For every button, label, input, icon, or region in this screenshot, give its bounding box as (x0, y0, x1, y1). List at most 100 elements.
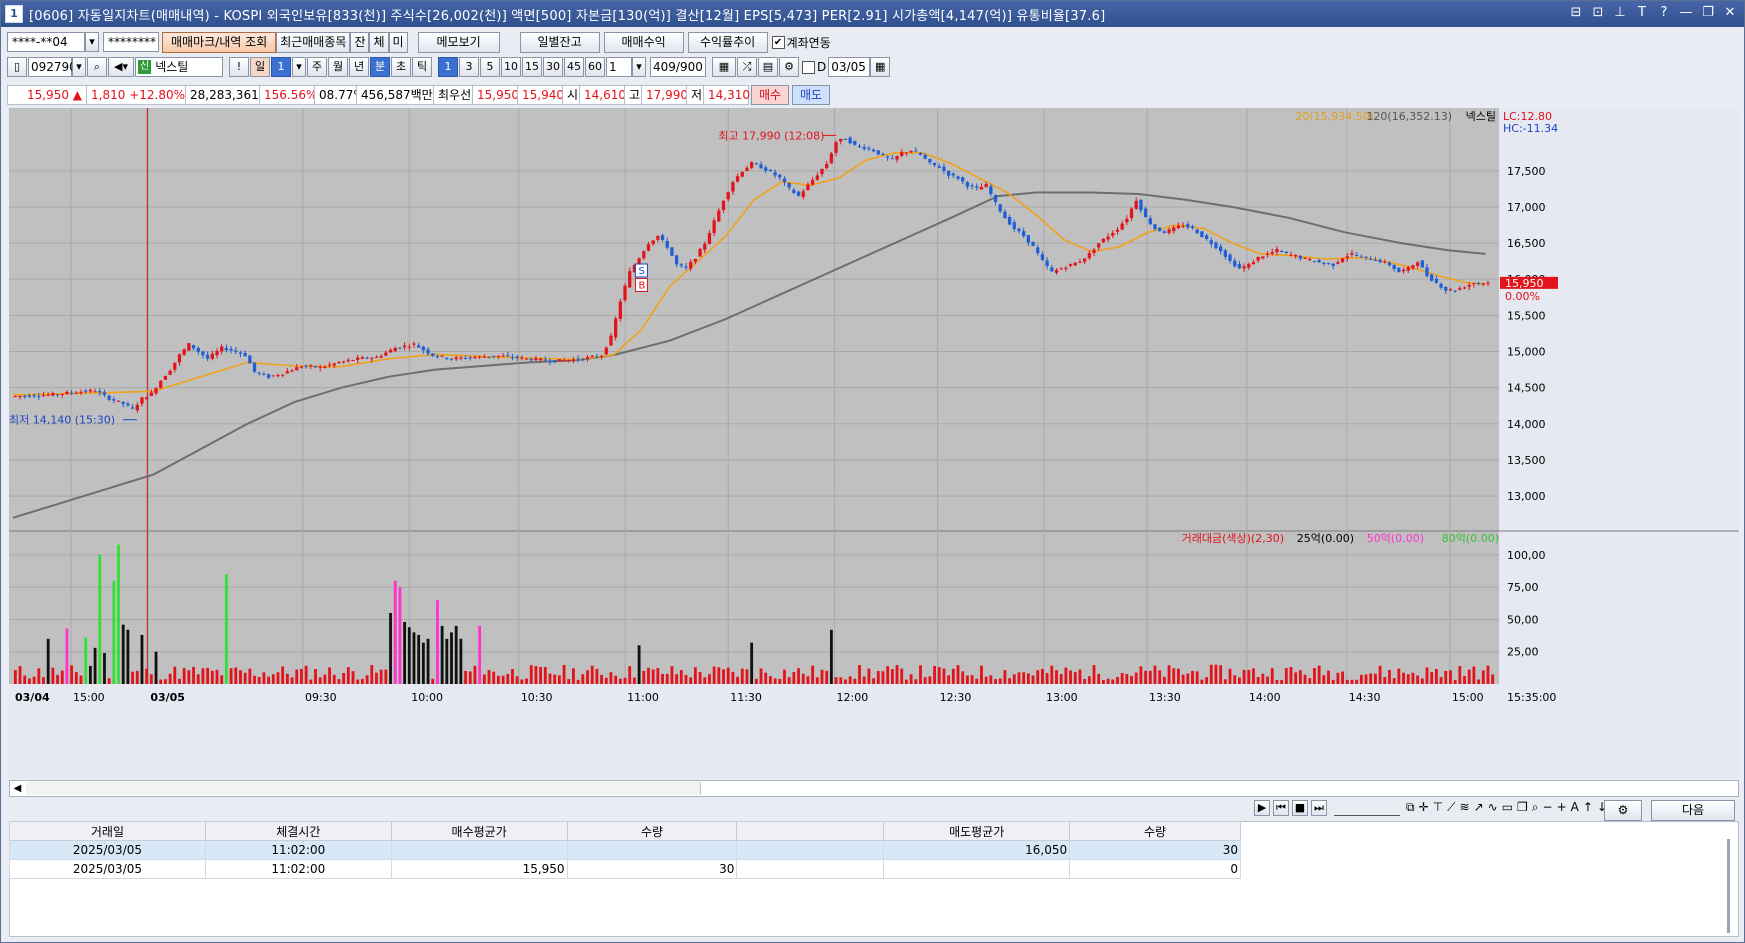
col-buy-qty[interactable]: 수량 (566, 821, 738, 841)
plus-icon[interactable]: + (1557, 800, 1567, 815)
up-arrow-icon[interactable]: ↑ (1583, 800, 1593, 815)
chart-scrollbar[interactable]: ◀ (9, 780, 1739, 797)
search-icon[interactable]: ⌕ (87, 57, 107, 77)
trade-profit-button[interactable]: 매매수익 (603, 31, 684, 53)
password-field[interactable]: ******** (103, 32, 159, 52)
period-tick[interactable]: 틱 (412, 57, 432, 77)
trade-mark-button[interactable]: 매매마크/내역 조회 (162, 31, 277, 53)
scroll-first-icon[interactable]: ⏮ (1273, 800, 1289, 816)
balance-button[interactable]: 잔 (350, 31, 370, 53)
interval-1[interactable]: 1 (438, 57, 458, 77)
candle-body (1153, 224, 1157, 230)
indicator-icon[interactable]: ⤮ (737, 57, 757, 77)
table-scroll-indicator[interactable] (1727, 839, 1730, 933)
pending-button[interactable]: 미 (388, 31, 408, 53)
buy-button[interactable]: 매수 (751, 85, 789, 105)
account-link-checkbox[interactable]: ✔ 계좌연동 (771, 34, 831, 51)
memo-button[interactable]: 메모보기 (417, 31, 500, 53)
panel-toggle-icon[interactable]: ▯ (7, 57, 27, 77)
arrow-icon[interactable]: ↗ (1474, 800, 1484, 815)
interval-15[interactable]: 15 (522, 57, 542, 77)
interval-45[interactable]: 45 (564, 57, 584, 77)
interval-10[interactable]: 10 (501, 57, 521, 77)
minimize-icon[interactable]: — (1678, 4, 1694, 22)
interval-5[interactable]: 5 (480, 57, 500, 77)
fib-icon[interactable]: ≋ (1460, 800, 1470, 815)
sound-icon[interactable]: ◀▾ (108, 57, 134, 77)
recent-trades-button[interactable]: 최근매매종목 (276, 31, 351, 53)
settings-gear-icon[interactable]: ⚙ (779, 57, 799, 77)
interval-60[interactable]: 60 (585, 57, 605, 77)
period-minute[interactable]: 분 (370, 57, 390, 77)
clone-icon[interactable]: ❐ (1517, 800, 1528, 815)
col-sell-avg[interactable]: 매도평균가 (883, 821, 1071, 841)
col-exec-time[interactable]: 체결시간 (204, 821, 392, 841)
interval-dropdown-icon[interactable]: ▾ (632, 57, 646, 77)
interval-3[interactable]: 3 (459, 57, 479, 77)
candlestick-chart[interactable]: 17,50017,00016,50016,00015,50015,00014,5… (9, 108, 1739, 778)
vertical-line-icon[interactable]: ⊤ (1433, 800, 1443, 815)
account-field[interactable]: ****-**04 (7, 32, 85, 52)
scroll-left-icon[interactable]: ◀ (10, 781, 25, 796)
alert-icon[interactable]: ! (229, 57, 249, 77)
table-row[interactable]: 2025/03/05 11:02:00 16,050 30 (9, 840, 1241, 860)
cross-icon[interactable]: ✛ (1419, 800, 1429, 815)
tack-icon[interactable]: ⊥ (1612, 4, 1628, 22)
scroll-next-icon[interactable]: ▶ (1254, 800, 1270, 816)
rect-icon[interactable]: ▭ (1502, 800, 1513, 815)
col-sell-qty[interactable]: 수량 (1069, 821, 1241, 841)
daily-balance-button[interactable]: 일별잔고 (519, 31, 600, 53)
account-dropdown-icon[interactable]: ▾ (85, 32, 99, 52)
save-icon[interactable]: ▤ (758, 57, 778, 77)
calendar-icon[interactable]: ▦ (870, 57, 891, 77)
close-icon[interactable]: ✕ (1722, 4, 1738, 22)
font-icon[interactable]: T (1634, 4, 1650, 22)
sell-button[interactable]: 매도 (792, 85, 830, 105)
period-month[interactable]: 월 (328, 57, 348, 77)
table-row[interactable]: 2025/03/05 11:02:00 15,950 30 0 (9, 859, 1241, 879)
date-checkbox[interactable]: D (802, 60, 826, 74)
volume-bar (1350, 679, 1354, 684)
zoom-slider[interactable] (1334, 800, 1400, 816)
volume-tick-label: 100,00 (1507, 549, 1546, 562)
next-button[interactable]: 다음 (1651, 800, 1735, 821)
scroll-last-icon[interactable]: ⏭ (1311, 800, 1327, 816)
grid-settings-button[interactable]: ⚙ (1604, 800, 1642, 821)
profit-trend-button[interactable]: 수익률추이 (687, 31, 768, 53)
col-buy-avg[interactable]: 매수평균가 (390, 821, 568, 841)
checkbox-empty-icon[interactable] (802, 60, 815, 74)
period-day[interactable]: 일 (250, 57, 270, 77)
code-dropdown-icon[interactable]: ▾ (72, 57, 86, 77)
period-year[interactable]: 년 (349, 57, 369, 77)
col-trade-date[interactable]: 거래일 (9, 821, 206, 841)
count-field[interactable]: 409/900 (650, 57, 706, 77)
period-day-count[interactable]: 1 (271, 57, 291, 77)
period-second[interactable]: 초 (391, 57, 411, 77)
restore-icon[interactable]: ❐ (1700, 4, 1716, 22)
copy-icon[interactable]: ⧉ (1406, 800, 1415, 815)
minus-icon[interactable]: − (1543, 800, 1553, 815)
multi-chart-icon[interactable]: ▦ (712, 57, 736, 77)
scroll-stop-icon[interactable]: ■ (1292, 800, 1308, 816)
volume-bar (520, 679, 524, 684)
interval-30[interactable]: 30 (543, 57, 563, 77)
help-icon[interactable]: ? (1656, 4, 1672, 22)
pin-icon[interactable]: ⊡ (1590, 4, 1606, 22)
stock-code-field[interactable]: 092790 (28, 57, 77, 77)
interval-field[interactable]: 1 (606, 57, 632, 77)
wave-icon[interactable]: ∿ (1488, 800, 1498, 815)
link-icon[interactable]: ⊟ (1568, 4, 1584, 22)
date-field[interactable]: 03/05 (828, 57, 871, 77)
period-week[interactable]: 주 (307, 57, 327, 77)
trend-line-icon[interactable]: ⟋ (1447, 800, 1455, 815)
col-blank[interactable] (736, 821, 885, 841)
volume-bar (1022, 672, 1026, 684)
zoom-icon[interactable]: ⌕ (1532, 800, 1539, 815)
text-icon[interactable]: A (1571, 800, 1579, 815)
check-icon[interactable]: ✔ (771, 35, 785, 49)
period-dropdown-icon[interactable]: ▾ (292, 57, 306, 77)
stock-name-field[interactable]: 신 넥스틸 (135, 57, 223, 77)
executed-button[interactable]: 체 (369, 31, 389, 53)
scroll-thumb[interactable] (26, 782, 701, 795)
chart-area[interactable]: 17,50017,00016,50016,00015,50015,00014,5… (9, 108, 1739, 778)
